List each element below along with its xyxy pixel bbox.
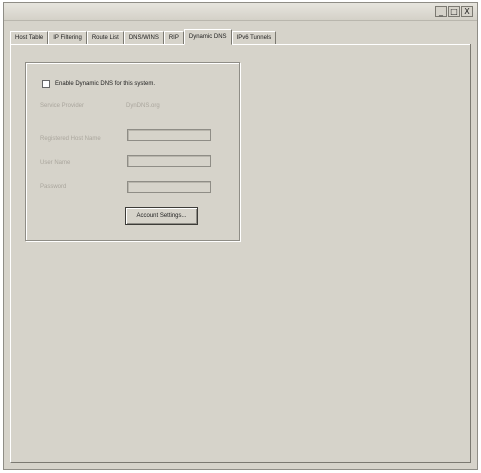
tab-dynamic-dns[interactable]: Dynamic DNS — [183, 29, 232, 45]
dynamic-dns-group: Enable Dynamic DNS for this system. Serv… — [25, 62, 240, 241]
password-label: Password — [40, 184, 67, 190]
enable-dynamic-dns-row[interactable]: Enable Dynamic DNS for this system. — [42, 80, 155, 88]
tab-ip-filtering[interactable]: IP Filtering — [48, 31, 87, 44]
tab-rip[interactable]: RIP — [163, 31, 184, 44]
account-settings-button[interactable]: Account Settings... — [125, 207, 198, 225]
title-bar[interactable]: _ □ X — [4, 3, 477, 21]
registered-host-name-input[interactable] — [127, 129, 211, 141]
tab-bar: Host Table IP Filtering Route List DNS/W… — [10, 27, 471, 45]
tab-dns-wins[interactable]: DNS/WINS — [123, 31, 164, 44]
close-button[interactable]: X — [461, 6, 473, 17]
tab-ipv6-tunnels[interactable]: IPv6 Tunnels — [231, 31, 277, 44]
service-provider-value: DynDNS.org — [126, 103, 160, 109]
tab-route-list[interactable]: Route List — [86, 31, 124, 44]
service-provider-label: Service Provider — [40, 103, 85, 109]
user-name-input[interactable] — [127, 155, 211, 167]
enable-dynamic-dns-checkbox[interactable] — [42, 80, 50, 88]
tab-host-table[interactable]: Host Table — [10, 31, 49, 44]
maximize-button[interactable]: □ — [448, 6, 460, 17]
settings-window: _ □ X Host Table IP Filtering Route List… — [3, 2, 478, 470]
minimize-button[interactable]: _ — [435, 6, 447, 17]
enable-dynamic-dns-label[interactable]: Enable Dynamic DNS for this system. — [55, 81, 155, 87]
user-name-label: User Name — [40, 160, 71, 166]
window-controls: _ □ X — [435, 6, 473, 17]
registered-host-name-label: Registered Host Name — [40, 136, 101, 142]
password-input[interactable] — [127, 181, 211, 193]
